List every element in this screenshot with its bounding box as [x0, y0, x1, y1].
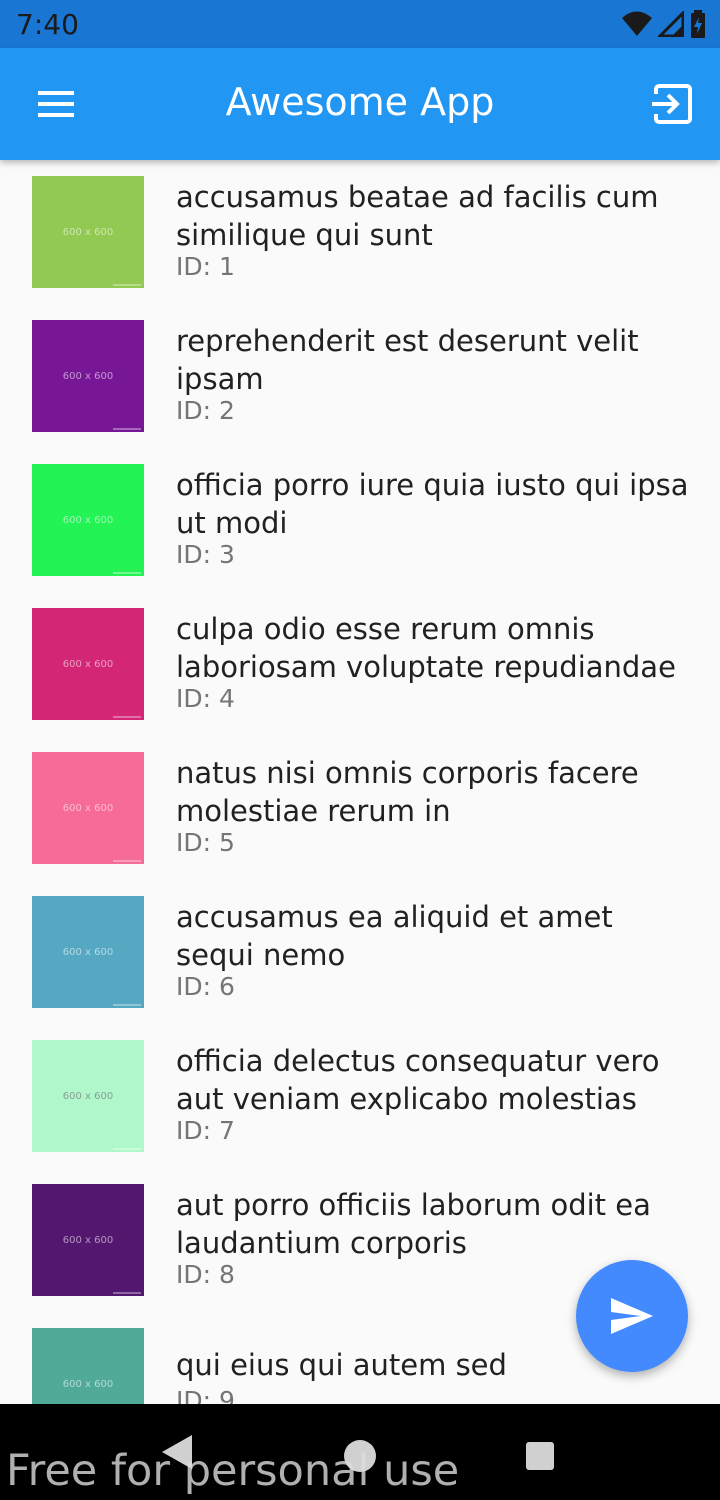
item-title: aut porro officiis laborum odit ea lauda… [176, 1188, 651, 1260]
thumbnail-footnote [113, 428, 141, 430]
thumbnail-label: 600 x 600 [62, 226, 114, 238]
thumbnail-label: 600 x 600 [62, 514, 114, 526]
watermark: Free for personal use [6, 1446, 460, 1496]
status-bar: 7:40 [0, 0, 720, 48]
battery-charging-icon [691, 10, 705, 38]
thumbnail: 600 x 600 [32, 752, 144, 864]
item-subtitle: ID: 3 [176, 540, 235, 569]
signal-icon [658, 11, 684, 37]
thumbnail-label: 600 x 600 [62, 1234, 114, 1246]
thumbnail-label: 600 x 600 [62, 370, 114, 382]
thumbnail-footnote [113, 1004, 141, 1006]
thumbnail: 600 x 600 [32, 464, 144, 576]
thumbnail-footnote [113, 572, 141, 574]
thumbnail-label: 600 x 600 [62, 946, 114, 958]
item-title: culpa odio esse rerum omnis laboriosam v… [176, 612, 676, 684]
item-subtitle: ID: 1 [176, 252, 235, 281]
item-title: accusamus ea aliquid et amet sequi nemo [176, 900, 613, 972]
item-subtitle: ID: 4 [176, 684, 235, 713]
wifi-icon [622, 11, 652, 36]
thumbnail: 600 x 600 [32, 176, 144, 288]
app-title: Awesome App [225, 80, 495, 124]
thumbnail-footnote [113, 860, 141, 862]
thumbnail-footnote [113, 1148, 141, 1150]
recents-icon[interactable] [526, 1442, 554, 1470]
thumbnail-label: 600 x 600 [62, 658, 114, 670]
thumbnail: 600 x 600 [32, 1040, 144, 1152]
thumbnail: 600 x 600 [32, 1184, 144, 1296]
item-subtitle: ID: 8 [176, 1260, 235, 1289]
photo-list[interactable]: 600 x 600 accusamus beatae ad facilis cu… [0, 160, 720, 1404]
item-title: accusamus beatae ad facilis cum similiqu… [176, 180, 659, 252]
list-item[interactable]: 600 x 600 accusamus beatae ad facilis cu… [0, 160, 720, 304]
thumbnail-label: 600 x 600 [62, 1378, 114, 1390]
thumbnail-footnote [113, 1292, 141, 1294]
list-item[interactable]: 600 x 600 reprehenderit est deserunt vel… [0, 304, 720, 448]
item-title: natus nisi omnis corporis facere molesti… [176, 756, 639, 828]
list-item[interactable]: 600 x 600 accusamus ea aliquid et amet s… [0, 880, 720, 1024]
send-button[interactable] [576, 1260, 688, 1372]
list-item[interactable]: 600 x 600 culpa odio esse rerum omnis la… [0, 592, 720, 736]
item-title: reprehenderit est deserunt velit ipsam [176, 324, 639, 396]
thumbnail: 600 x 600 [32, 320, 144, 432]
logout-icon[interactable] [650, 82, 694, 126]
thumbnail: 600 x 600 [32, 896, 144, 1008]
item-title: officia delectus consequatur vero aut ve… [176, 1044, 660, 1116]
item-subtitle: ID: 6 [176, 972, 235, 1001]
send-icon [611, 1298, 653, 1334]
thumbnail: 600 x 600 [32, 608, 144, 720]
list-item[interactable]: 600 x 600 natus nisi omnis corporis face… [0, 736, 720, 880]
item-title: officia porro iure quia iusto qui ipsa u… [176, 468, 689, 540]
list-item[interactable]: 600 x 600 officia porro iure quia iusto … [0, 448, 720, 592]
thumbnail-footnote [113, 284, 141, 286]
thumbnail-footnote [113, 716, 141, 718]
status-icons [622, 10, 706, 38]
item-subtitle: ID: 5 [176, 828, 235, 857]
list-item[interactable]: 600 x 600 officia delectus consequatur v… [0, 1024, 720, 1168]
item-subtitle: ID: 9 [176, 1386, 235, 1404]
thumbnail: 600 x 600 [32, 1328, 144, 1404]
app-bar: Awesome App [0, 48, 720, 160]
thumbnail-label: 600 x 600 [62, 802, 114, 814]
status-time: 7:40 [16, 8, 79, 41]
thumbnail-label: 600 x 600 [62, 1090, 114, 1102]
item-subtitle: ID: 7 [176, 1116, 235, 1145]
item-subtitle: ID: 2 [176, 396, 235, 425]
